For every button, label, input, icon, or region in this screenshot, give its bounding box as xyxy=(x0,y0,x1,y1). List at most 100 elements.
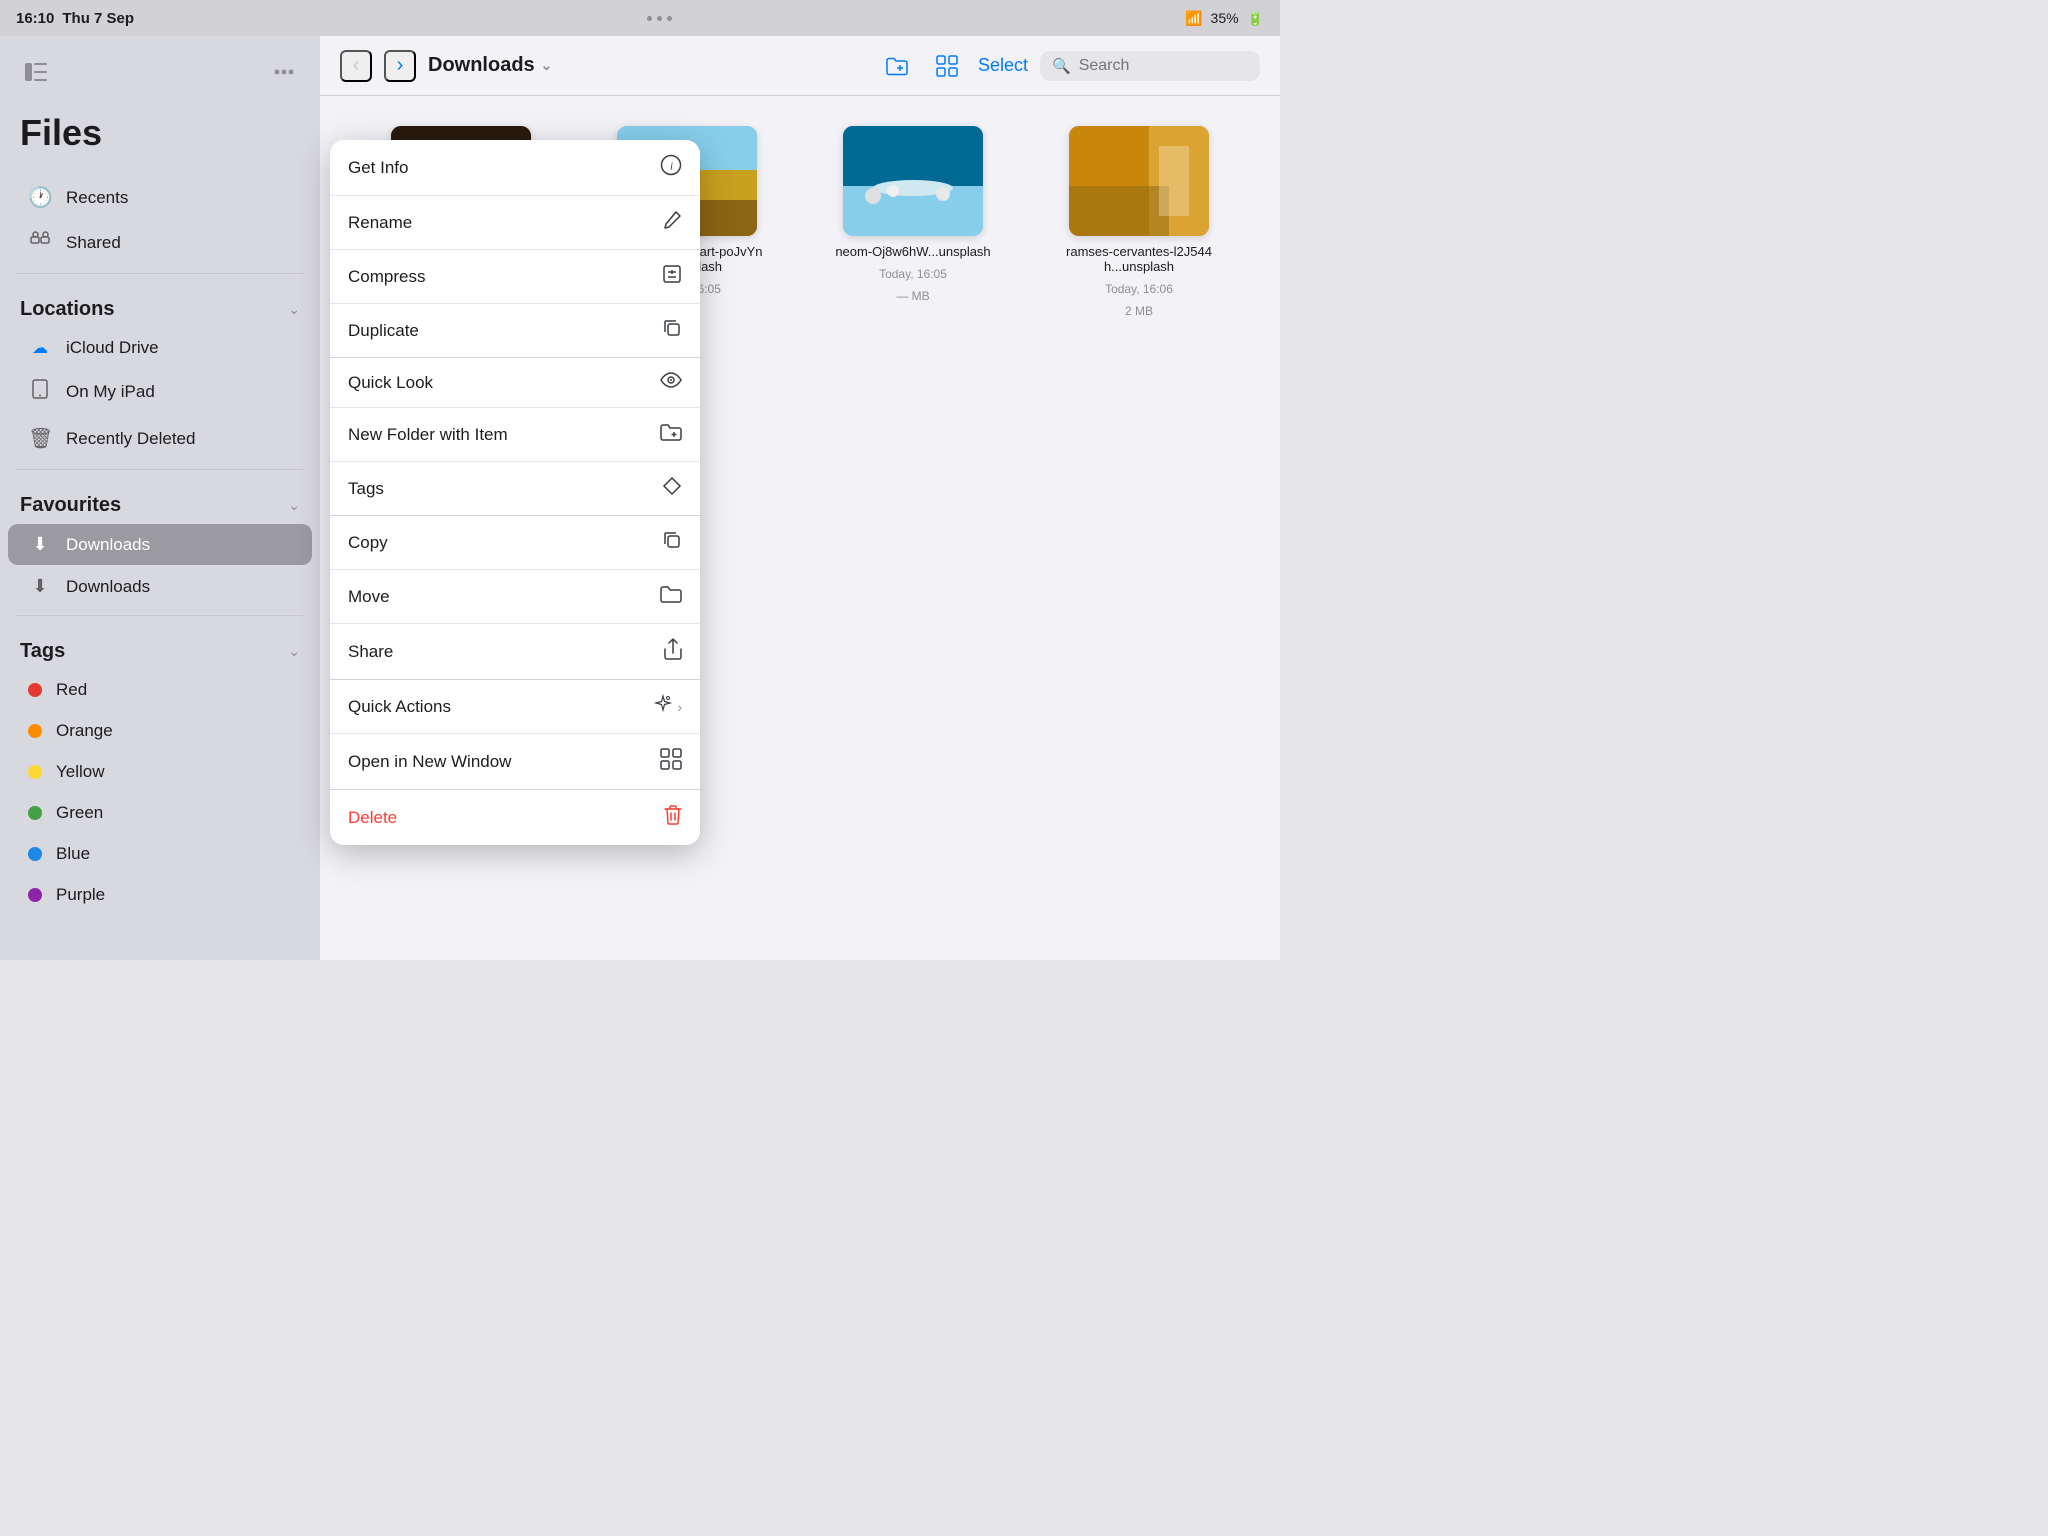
favourites-title: Favourites xyxy=(20,494,121,517)
compress-icon xyxy=(662,264,682,289)
menu-item-get-info[interactable]: Get Info i xyxy=(330,140,700,196)
rename-label: Rename xyxy=(348,213,412,233)
sidebar-item-blue[interactable]: Blue xyxy=(8,834,312,874)
sidebar-recents-label: Recents xyxy=(66,188,128,208)
toolbar: ‹ › Downloads ⌄ Select 🔍 xyxy=(320,36,1280,96)
sidebar-item-shared[interactable]: Shared xyxy=(8,221,312,265)
sidebar-item-ipad[interactable]: On My iPad xyxy=(8,369,312,415)
menu-item-rename[interactable]: Rename xyxy=(330,196,700,250)
sidebar-top-bar xyxy=(0,56,320,104)
file-size-4: 2 MB xyxy=(1125,304,1153,318)
search-input[interactable] xyxy=(1079,57,1248,75)
forward-button[interactable]: › xyxy=(384,50,416,82)
sidebar-item-yellow[interactable]: Yellow xyxy=(8,752,312,792)
open-new-window-label: Open in New Window xyxy=(348,752,511,772)
green-tag-dot xyxy=(28,806,42,820)
compress-label: Compress xyxy=(348,267,425,287)
duplicate-label: Duplicate xyxy=(348,321,419,341)
yellow-label: Yellow xyxy=(56,762,105,782)
sidebar-item-orange[interactable]: Orange xyxy=(8,711,312,751)
status-date: Thu 7 Sep xyxy=(62,10,134,27)
menu-group-5: Delete xyxy=(330,790,700,845)
menu-group-1: Get Info i Rename Compress xyxy=(330,140,700,358)
share-label: Share xyxy=(348,642,393,662)
status-right: 📶 35% 🔋 xyxy=(1185,10,1264,27)
ipad-icon xyxy=(28,379,52,405)
locations-title: Locations xyxy=(20,298,114,321)
downloads-2-label: Downloads xyxy=(66,577,150,597)
pencil-icon xyxy=(662,210,682,235)
menu-item-share[interactable]: Share xyxy=(330,624,700,679)
folder-title-text: Downloads xyxy=(428,54,535,77)
trash-delete-icon xyxy=(664,804,682,831)
menu-item-move[interactable]: Move xyxy=(330,570,700,624)
sidebar-toggle-button[interactable] xyxy=(20,56,52,88)
select-button[interactable]: Select xyxy=(978,55,1028,76)
sidebar-item-green[interactable]: Green xyxy=(8,793,312,833)
battery-icon: 🔋 xyxy=(1247,10,1264,27)
sidebar-item-downloads-2[interactable]: ⬇ Downloads xyxy=(8,566,312,607)
sidebar-item-recents[interactable]: 🕐 Recents xyxy=(8,175,312,220)
delete-label: Delete xyxy=(348,808,397,828)
more-options-button[interactable] xyxy=(268,56,300,88)
file-item-4[interactable]: ramses-cervantes-l2J544h...unsplash Toda… xyxy=(1038,126,1240,318)
menu-item-delete[interactable]: Delete xyxy=(330,790,700,845)
quick-actions-right: › xyxy=(653,694,682,719)
quick-actions-chevron: › xyxy=(677,699,682,715)
folder-title[interactable]: Downloads ⌄ xyxy=(428,54,552,77)
menu-item-open-new-window[interactable]: Open in New Window xyxy=(330,734,700,789)
new-folder-icon xyxy=(660,422,682,447)
quick-look-label: Quick Look xyxy=(348,373,433,393)
file-item-3[interactable]: neom-Oj8w6hW...unsplash Today, 16:05 — M… xyxy=(812,126,1014,318)
eye-icon xyxy=(660,372,682,393)
status-bar: 16:10 Thu 7 Sep 📶 35% 🔋 xyxy=(0,0,1280,36)
menu-item-tags[interactable]: Tags xyxy=(330,462,700,515)
red-tag-dot xyxy=(28,683,42,697)
svg-text:i: i xyxy=(670,161,673,173)
red-label: Red xyxy=(56,680,87,700)
menu-item-new-folder[interactable]: New Folder with Item xyxy=(330,408,700,462)
locations-header: Locations ⌄ xyxy=(0,282,320,327)
dot3 xyxy=(667,16,672,21)
trash-icon: 🗑 xyxy=(28,426,52,451)
status-time: 16:10 xyxy=(16,10,54,27)
duplicate-icon xyxy=(662,318,682,343)
new-folder-label: New Folder with Item xyxy=(348,425,508,445)
file-date-4: Today, 16:06 xyxy=(1105,282,1173,296)
info-icon: i xyxy=(660,154,682,181)
menu-item-copy[interactable]: Copy xyxy=(330,516,700,570)
get-info-label: Get Info xyxy=(348,158,408,178)
purple-label: Purple xyxy=(56,885,105,905)
view-toggle-button[interactable] xyxy=(928,51,966,81)
menu-item-quick-actions[interactable]: Quick Actions › xyxy=(330,680,700,734)
files-title: Files xyxy=(0,104,320,174)
orange-label: Orange xyxy=(56,721,113,741)
menu-item-duplicate[interactable]: Duplicate xyxy=(330,304,700,357)
share-icon xyxy=(664,638,682,665)
copy-label: Copy xyxy=(348,533,388,553)
search-bar[interactable]: 🔍 xyxy=(1040,51,1260,81)
sidebar-item-downloads-active[interactable]: ⬇ Downloads xyxy=(8,524,312,565)
folder-chevron-icon: ⌄ xyxy=(541,57,553,74)
tags-chevron[interactable]: ⌄ xyxy=(288,643,300,660)
back-button[interactable]: ‹ xyxy=(340,50,372,82)
menu-item-compress[interactable]: Compress xyxy=(330,250,700,304)
quick-actions-label: Quick Actions xyxy=(348,697,451,717)
sidebar-item-purple[interactable]: Purple xyxy=(8,875,312,915)
new-folder-button[interactable] xyxy=(878,52,916,80)
menu-item-quick-look[interactable]: Quick Look xyxy=(330,358,700,408)
context-menu: Get Info i Rename Compress xyxy=(330,140,700,845)
sidebar-item-recently-deleted[interactable]: 🗑 Recently Deleted xyxy=(8,416,312,461)
sidebar-item-icloud[interactable]: ☁ iCloud Drive xyxy=(8,328,312,368)
move-icon xyxy=(660,584,682,609)
sidebar-item-red[interactable]: Red xyxy=(8,670,312,710)
favourites-chevron[interactable]: ⌄ xyxy=(288,497,300,514)
locations-chevron[interactable]: ⌄ xyxy=(288,301,300,318)
file-name-3: neom-Oj8w6hW...unsplash xyxy=(835,244,990,259)
download-icon-2: ⬇ xyxy=(28,576,52,597)
copy-icon xyxy=(662,530,682,555)
sidebar: Files 🕐 Recents Shared Locations ⌄ ☁ iCl… xyxy=(0,36,320,960)
orange-tag-dot xyxy=(28,724,42,738)
sidebar-divider-1 xyxy=(16,273,304,274)
yellow-tag-dot xyxy=(28,765,42,779)
